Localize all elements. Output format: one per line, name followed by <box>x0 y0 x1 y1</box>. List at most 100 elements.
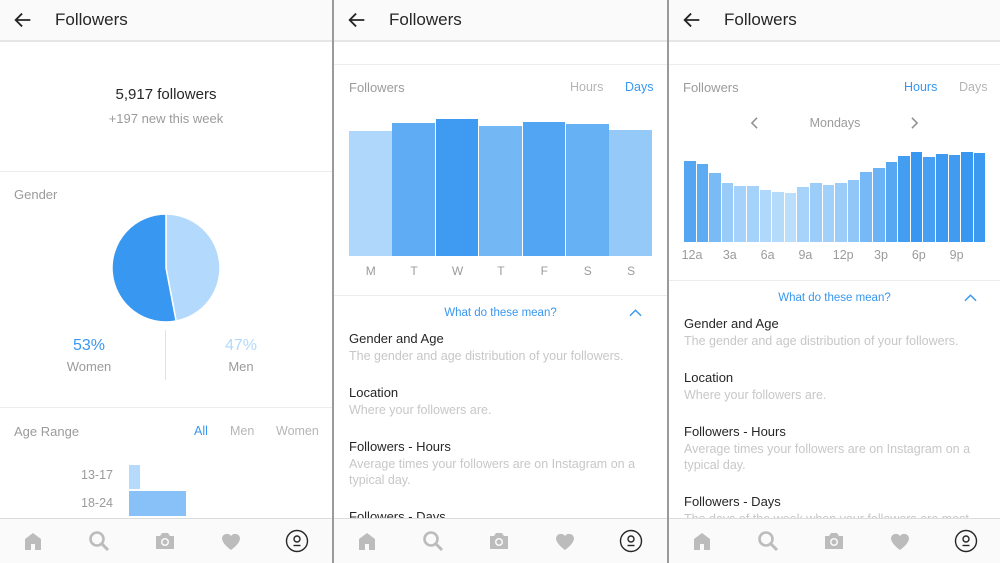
what-do-these-mean-toggle[interactable]: What do these mean? <box>334 307 667 319</box>
glossary-item-desc: Where your followers are. <box>349 403 492 417</box>
camera-icon[interactable] <box>487 529 511 553</box>
glossary-item-title: Followers - Hours <box>684 424 786 439</box>
arrow-left-icon[interactable] <box>346 9 368 31</box>
heart-icon[interactable] <box>888 529 912 553</box>
divider <box>334 295 667 296</box>
hour-tick-label: 3p <box>874 248 888 262</box>
page-title: Followers <box>389 10 462 29</box>
arrow-left-icon[interactable] <box>681 9 703 31</box>
header: Followers <box>669 0 1000 42</box>
hour-tick-label: 9a <box>798 248 813 262</box>
search-icon[interactable] <box>421 529 445 553</box>
tab-days[interactable]: Days <box>959 80 987 94</box>
day-tick-label: F <box>540 264 548 278</box>
new-followers: +197 new this week <box>108 111 224 126</box>
hour-bar <box>885 162 898 242</box>
hour-bar <box>696 164 709 242</box>
what-do-these-mean-toggle[interactable]: What do these mean? <box>669 292 1000 304</box>
glossary-item-title: Gender and Age <box>349 331 444 346</box>
hour-bar <box>721 183 734 242</box>
glossary-item-title: Gender and Age <box>684 316 779 331</box>
chevron-right-icon[interactable] <box>910 117 919 129</box>
divider <box>669 280 1000 281</box>
day-tick-label: T <box>410 264 418 278</box>
age-label: 13-17 <box>81 468 113 482</box>
hour-bar <box>948 155 961 242</box>
day-selector: Mondays <box>809 116 861 130</box>
chevron-left-icon[interactable] <box>750 117 759 129</box>
pie-slice-men <box>165 213 221 322</box>
home-icon[interactable] <box>355 529 379 553</box>
glossary-item-title: Followers - Days <box>684 494 781 509</box>
profile-icon[interactable] <box>954 529 978 553</box>
age-filter-women[interactable]: Women <box>276 424 319 438</box>
hour-bar <box>923 157 935 242</box>
hour-bar <box>734 186 746 242</box>
tab-hours[interactable]: Hours <box>570 80 603 94</box>
followers-count: 5,917 followers <box>115 86 217 103</box>
day-bar <box>479 126 522 256</box>
hour-bar <box>898 156 910 242</box>
divider <box>334 64 667 65</box>
glossary-item-desc: Average times your followers are on Inst… <box>684 442 971 472</box>
day-bar <box>609 130 652 256</box>
hour-bar <box>747 186 759 242</box>
hour-tick-label: 12a <box>681 248 703 262</box>
day-bar <box>349 131 392 256</box>
home-icon[interactable] <box>690 529 714 553</box>
day-bar <box>435 119 479 256</box>
day-tick-label: S <box>627 264 636 278</box>
hour-bar <box>784 193 797 242</box>
home-icon[interactable] <box>21 529 45 553</box>
chart-title: Followers <box>683 80 739 95</box>
hour-bar <box>973 153 986 242</box>
hour-bar <box>961 152 973 242</box>
followers-days-panel: Followers Followers Hours Days M T W T F S S W… <box>334 0 667 563</box>
header: Followers <box>334 0 667 42</box>
hour-tick-label: 12p <box>832 248 854 262</box>
men-label: Men <box>228 359 254 374</box>
hour-bar <box>759 190 772 242</box>
tab-hours[interactable]: Hours <box>904 80 937 94</box>
bottom-tab-bar <box>669 518 1000 563</box>
tab-days[interactable]: Days <box>625 80 653 94</box>
divider <box>669 64 1000 65</box>
divider <box>0 407 332 408</box>
profile-icon[interactable] <box>619 529 643 553</box>
camera-icon[interactable] <box>153 529 177 553</box>
hour-bar <box>797 187 809 242</box>
search-icon[interactable] <box>756 529 780 553</box>
age-filter-all[interactable]: All <box>194 424 208 438</box>
gender-pie-chart <box>111 213 221 323</box>
page-title: Followers <box>724 10 797 29</box>
profile-icon[interactable] <box>285 529 309 553</box>
hour-tick-label: 3a <box>722 248 737 262</box>
chart-title: Followers <box>349 80 405 95</box>
glossary-item-desc: The gender and age distribution of your … <box>349 349 624 363</box>
heart-icon[interactable] <box>219 529 243 553</box>
chevron-up-icon[interactable] <box>629 309 642 317</box>
hour-bar <box>847 180 860 242</box>
glossary-item-title: Followers - Hours <box>349 439 451 454</box>
hour-bar <box>860 172 872 242</box>
hour-bar <box>772 192 784 242</box>
hour-tick-label: 6p <box>911 248 926 262</box>
hour-bar <box>810 183 822 242</box>
hour-bar <box>910 152 923 242</box>
hour-bar <box>822 185 835 242</box>
age-filter-men[interactable]: Men <box>230 424 254 438</box>
day-tick-label: T <box>497 264 505 278</box>
hour-bar <box>936 154 948 242</box>
followers-hours-panel: Followers Followers Hours Days Mondays 1… <box>669 0 1000 563</box>
hour-bar <box>873 168 885 242</box>
search-icon[interactable] <box>87 529 111 553</box>
arrow-left-icon[interactable] <box>12 9 34 31</box>
heart-icon[interactable] <box>553 529 577 553</box>
hour-tick-label: 6a <box>760 248 775 262</box>
men-percent: 47% <box>224 337 258 354</box>
glossary-item-desc: Average times your followers are on Inst… <box>349 457 636 487</box>
day-tick-label: M <box>365 264 376 278</box>
chevron-up-icon[interactable] <box>964 294 977 302</box>
age-range-title: Age Range <box>14 424 80 439</box>
camera-icon[interactable] <box>822 529 846 553</box>
